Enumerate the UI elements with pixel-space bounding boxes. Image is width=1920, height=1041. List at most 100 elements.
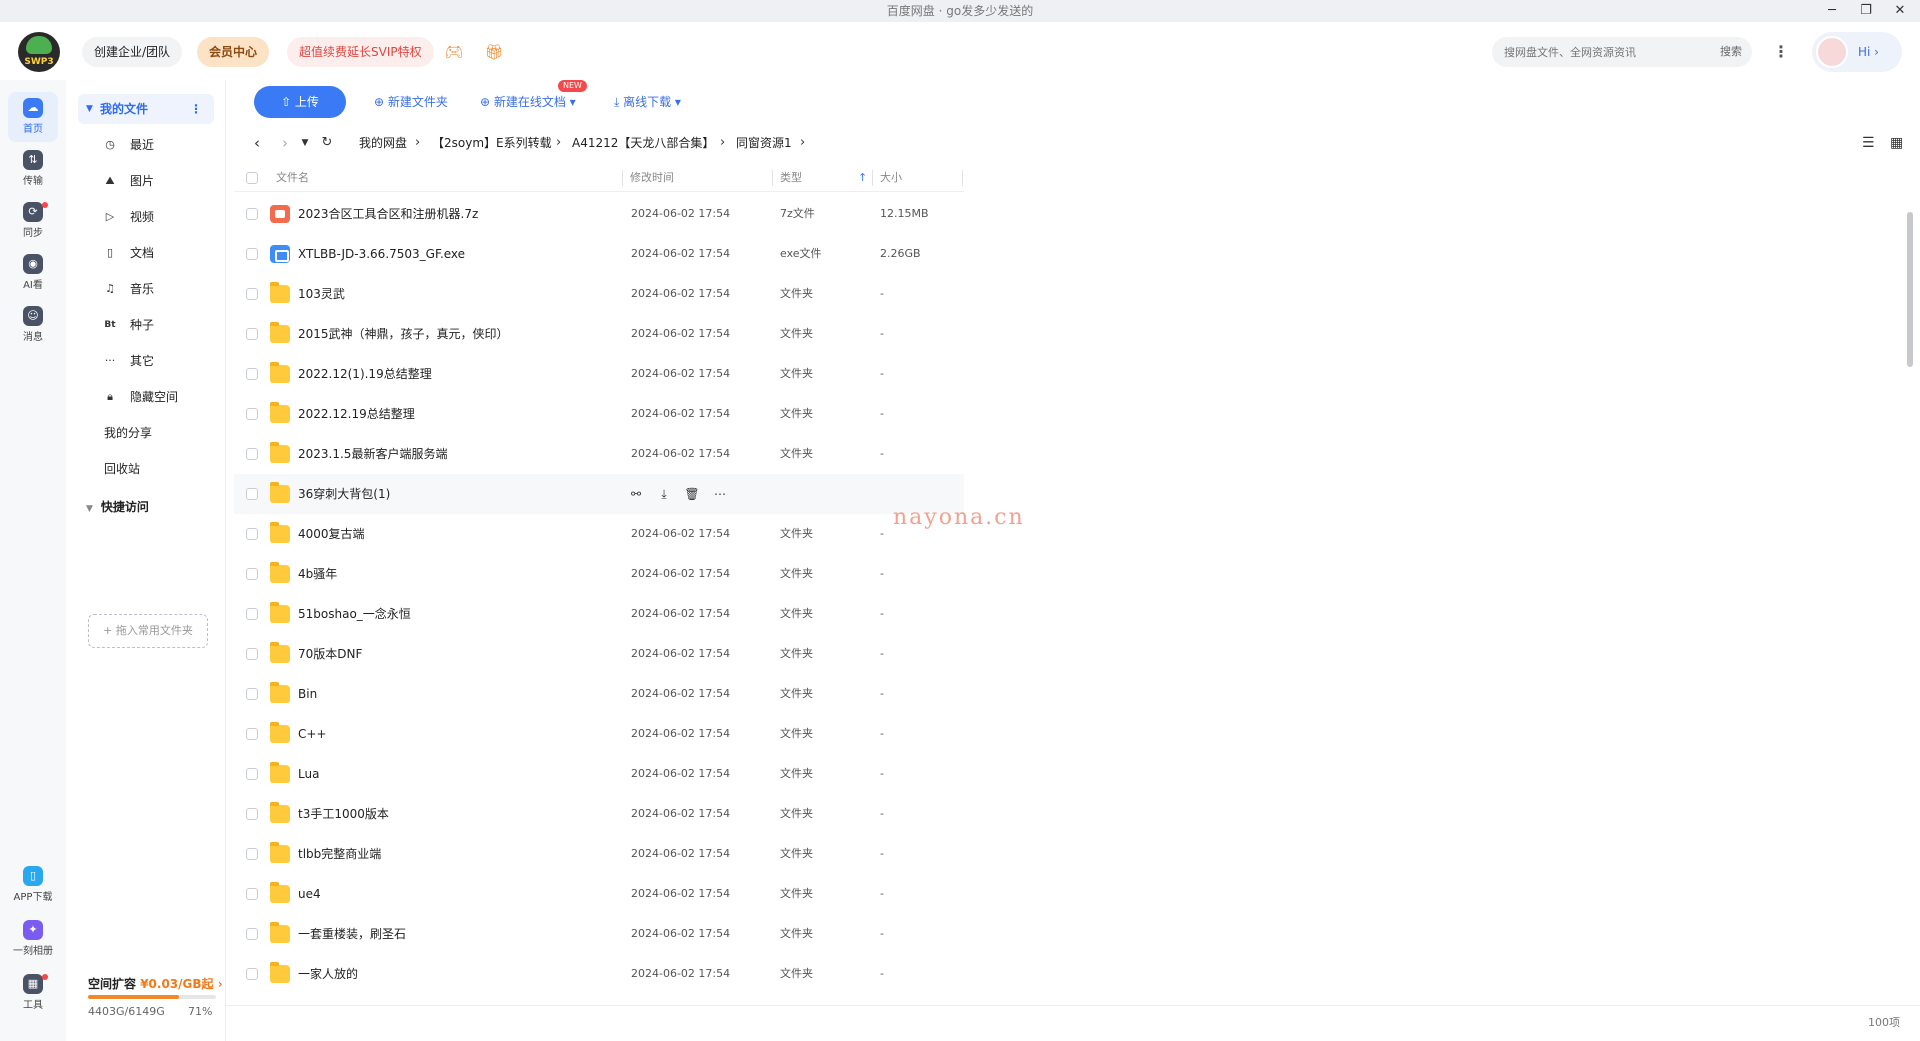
table-row[interactable]: 2023.1.5最新客户端服务端 2024-06-02 17:54 文件夹 -	[234, 434, 964, 474]
share-icon[interactable]: ⚯	[628, 486, 644, 502]
file-name[interactable]: 4b骚年	[298, 554, 337, 594]
rail-item-app-download[interactable]: ▯ APP下载	[8, 860, 58, 910]
sidebar-item-hidden-space[interactable]: 🔒︎ 隐藏空间	[102, 382, 212, 412]
table-row[interactable]: 2022.12(1).19总结整理 2024-06-02 17:54 文件夹 -	[234, 354, 964, 394]
table-row[interactable]: 一家人放的 2024-06-02 17:54 文件夹 -	[234, 954, 964, 994]
file-name[interactable]: 70版本DNF	[298, 634, 362, 674]
file-name[interactable]: 2022.12(1).19总结整理	[298, 354, 432, 394]
file-name[interactable]: Lua	[298, 754, 319, 794]
row-checkbox[interactable]	[246, 968, 258, 980]
row-checkbox[interactable]	[246, 928, 258, 940]
file-name[interactable]: t3手工1000版本	[298, 794, 389, 834]
row-checkbox[interactable]	[246, 208, 258, 220]
sidebar-item-recent[interactable]: ◷ 最近	[102, 130, 212, 160]
table-row[interactable]: 70版本DNF 2024-06-02 17:54 文件夹 -	[234, 634, 964, 674]
table-row[interactable]: ue4 2024-06-02 17:54 文件夹 -	[234, 874, 964, 914]
more-menu-button[interactable]: ⋮	[1767, 37, 1795, 67]
file-name[interactable]: 一套重楼装，刷圣石	[298, 914, 406, 954]
file-name[interactable]: 103灵武	[298, 274, 345, 314]
select-all-checkbox[interactable]	[246, 172, 258, 184]
sidebar-my-files[interactable]: ▼ 我的文件 ⋮	[78, 94, 214, 124]
drop-folder-zone[interactable]: + 拖入常用文件夹	[88, 614, 208, 648]
table-row[interactable]: tlbb完整商业端 2024-06-02 17:54 文件夹 -	[234, 834, 964, 874]
scrollbar-thumb[interactable]	[1907, 212, 1913, 367]
table-row[interactable]: t3手工1000版本 2024-06-02 17:54 文件夹 -	[234, 794, 964, 834]
rail-item-transfer[interactable]: ⇅ 传输	[8, 144, 58, 194]
sidebar-item-images[interactable]: ⛰ 图片	[102, 166, 212, 196]
search-button[interactable]: 搜索	[1720, 37, 1742, 67]
back-arrow-icon[interactable]: ‹	[248, 128, 266, 158]
file-name[interactable]: 36穿刺大背包(1)	[298, 474, 390, 514]
column-header-name[interactable]: 文件名	[276, 164, 309, 192]
sidebar-item-my-share[interactable]: 我的分享	[104, 418, 152, 448]
row-checkbox[interactable]	[246, 848, 258, 860]
storage-upgrade-link[interactable]: 空间扩容 ¥0.03/GB起 ›	[88, 975, 223, 992]
row-checkbox[interactable]	[246, 248, 258, 260]
table-row[interactable]: C++ 2024-06-02 17:54 文件夹 -	[234, 714, 964, 754]
rail-item-sync[interactable]: ⟳ 同步	[8, 196, 58, 246]
file-name[interactable]: 51boshao_一念永恒	[298, 594, 411, 634]
row-checkbox[interactable]	[246, 568, 258, 580]
vip-center-button[interactable]: 会员中心	[197, 37, 270, 67]
sort-list-icon[interactable]: ☰	[1862, 128, 1875, 158]
download-icon[interactable]: ⤓	[656, 486, 672, 502]
sidebar-item-recycle[interactable]: 回收站	[104, 454, 140, 484]
table-row[interactable]: 103灵武 2024-06-02 17:54 文件夹 -	[234, 274, 964, 314]
sidebar-item-other[interactable]: ··· 其它	[102, 346, 212, 376]
row-checkbox[interactable]	[246, 368, 258, 380]
user-profile-button[interactable]: Hi ›	[1812, 32, 1902, 72]
breadcrumb-item[interactable]: 我的网盘	[359, 128, 407, 158]
row-checkbox[interactable]	[246, 328, 258, 340]
file-name[interactable]: 2015武神（神鼎，孩子，真元，侠印）	[298, 314, 509, 354]
minimize-button[interactable]: ─	[1822, 0, 1842, 22]
file-name[interactable]: 2023合区工具合区和注册机器.7z	[298, 194, 478, 234]
breadcrumb-item[interactable]: A41212【天龙八部合集】	[572, 128, 714, 158]
history-dropdown-icon[interactable]: ▼	[296, 128, 314, 158]
table-row[interactable]: 2022.12.19总结整理 2024-06-02 17:54 文件夹 -	[234, 394, 964, 434]
grid-view-icon[interactable]: ▦	[1890, 128, 1903, 158]
file-name[interactable]: ue4	[298, 874, 321, 914]
table-row[interactable]: Bin 2024-06-02 17:54 文件夹 -	[234, 674, 964, 714]
search-input[interactable]	[1504, 37, 1694, 67]
row-checkbox[interactable]	[246, 888, 258, 900]
table-row[interactable]: 36穿刺大背包(1) ⚯ ⤓ 🗑︎ ⋯	[234, 474, 964, 514]
row-checkbox[interactable]	[246, 488, 258, 500]
row-checkbox[interactable]	[246, 688, 258, 700]
sidebar-quick-access[interactable]: ▼ 快捷访问	[86, 492, 149, 522]
delete-icon[interactable]: 🗑︎	[684, 486, 700, 502]
table-row[interactable]: Lua 2024-06-02 17:54 文件夹 -	[234, 754, 964, 794]
file-name[interactable]: 4000复古端	[298, 514, 365, 554]
breadcrumb-item[interactable]: 【2soym】E系列转载	[432, 128, 552, 158]
table-row[interactable]: 一套重楼装，刷圣石 2024-06-02 17:54 文件夹 -	[234, 914, 964, 954]
row-checkbox[interactable]	[246, 648, 258, 660]
row-checkbox[interactable]	[246, 808, 258, 820]
upload-button[interactable]: ⇧ 上传	[254, 86, 346, 118]
more-actions-icon[interactable]: ⋯	[712, 486, 728, 502]
table-row[interactable]: 2023合区工具合区和注册机器.7z 2024-06-02 17:54 7z文件 12…	[234, 194, 964, 234]
forward-arrow-icon[interactable]: ›	[276, 128, 294, 158]
table-row[interactable]: 2015武神（神鼎，孩子，真元，侠印） 2024-06-02 17:54 文件夹 -	[234, 314, 964, 354]
app-logo[interactable]: SWP3	[18, 32, 60, 72]
sidebar-item-video[interactable]: ▷ 视频	[102, 202, 212, 232]
column-header-modified[interactable]: 修改时间	[630, 164, 674, 192]
file-name[interactable]: tlbb完整商业端	[298, 834, 381, 874]
refresh-icon[interactable]: ↻	[318, 128, 336, 158]
file-name[interactable]: Bin	[298, 674, 317, 714]
row-checkbox[interactable]	[246, 728, 258, 740]
close-button[interactable]: ✕	[1890, 0, 1910, 22]
game-icon[interactable]: 🎮︎	[444, 42, 464, 62]
rail-item-message[interactable]: ☺ 消息	[8, 300, 58, 350]
file-name[interactable]: 2023.1.5最新客户端服务端	[298, 434, 447, 474]
sidebar-item-torrent[interactable]: Bt 种子	[102, 310, 212, 340]
restore-button[interactable]: ❐	[1856, 0, 1876, 22]
row-checkbox[interactable]	[246, 288, 258, 300]
table-row[interactable]: 4b骚年 2024-06-02 17:54 文件夹 -	[234, 554, 964, 594]
rail-item-home[interactable]: ☁ 首页	[8, 92, 58, 142]
file-name[interactable]: 一家人放的	[298, 954, 358, 994]
rail-item-ai[interactable]: ◉ AI看	[8, 248, 58, 298]
breadcrumb-item-current[interactable]: 同窗资源1	[736, 128, 792, 158]
row-checkbox[interactable]	[246, 528, 258, 540]
svip-renew-button[interactable]: 超值续费延长SVIP特权	[287, 37, 434, 67]
rail-item-album[interactable]: ✦ 一刻相册	[8, 914, 58, 964]
table-row[interactable]: XTLBB-JD-3.66.7503_GF.exe 2024-06-02 17:5…	[234, 234, 964, 274]
